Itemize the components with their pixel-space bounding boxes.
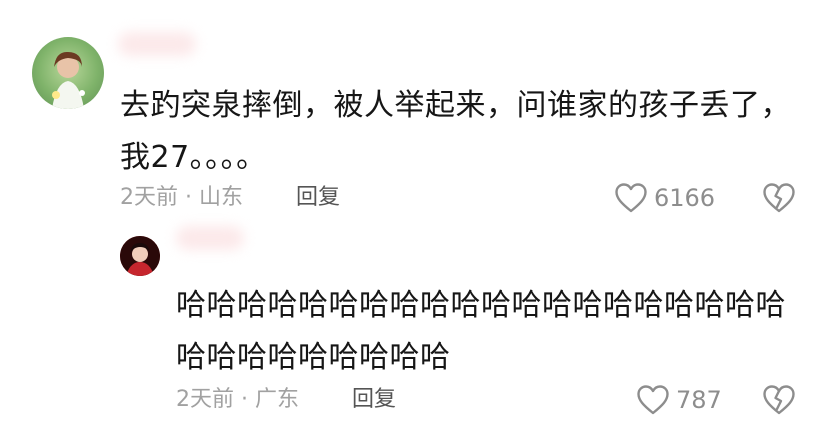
- heart-icon: [636, 384, 670, 416]
- like-button[interactable]: 787: [636, 382, 722, 418]
- like-count: 787: [676, 386, 722, 414]
- heart-icon: [614, 182, 648, 214]
- reply-button[interactable]: 回复: [296, 183, 340, 213]
- comment-meta: 2天前 · 山东: [120, 183, 243, 213]
- username-redacted: [176, 226, 244, 250]
- comment-location: 广东: [255, 387, 300, 412]
- avatar[interactable]: [120, 236, 160, 276]
- meta-separator: ·: [185, 185, 192, 210]
- comment-location: 山东: [199, 185, 244, 210]
- like-button[interactable]: 6166: [614, 180, 715, 216]
- comment-text: 去趵突泉摔倒，被人举起来，问谁家的孩子丢了，我27。。。。: [120, 88, 791, 175]
- avatar[interactable]: [32, 37, 104, 109]
- comment-time: 2天前: [176, 387, 234, 412]
- comment-time: 2天前: [120, 185, 178, 210]
- broken-heart-icon: [762, 181, 796, 215]
- meta-separator: ·: [241, 387, 248, 412]
- comment-thread: 去趵突泉摔倒，被人举起来，问谁家的孩子丢了，我27。。。。 2天前 · 山东 回…: [0, 0, 828, 430]
- comment-text: 哈哈哈哈哈哈哈哈哈哈哈哈哈哈哈哈哈哈哈哈哈哈哈哈哈哈哈哈哈: [176, 288, 786, 375]
- dislike-button[interactable]: [762, 383, 796, 417]
- comment-meta: 2天前 · 广东: [176, 385, 299, 415]
- like-count: 6166: [654, 184, 716, 212]
- broken-heart-icon: [762, 383, 796, 417]
- dislike-button[interactable]: [762, 181, 796, 215]
- reply-button[interactable]: 回复: [352, 385, 396, 415]
- username-redacted: [118, 32, 196, 56]
